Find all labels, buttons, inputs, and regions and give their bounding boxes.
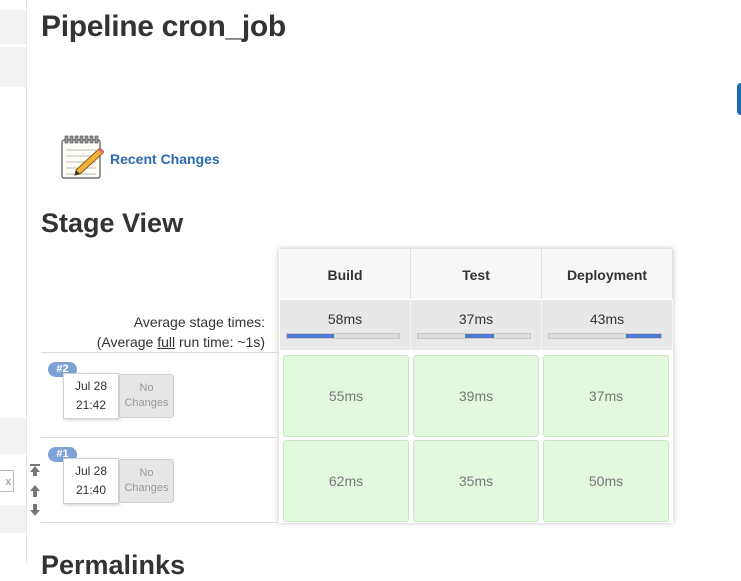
stage-avg-build: 58ms (280, 300, 411, 350)
full-run-link[interactable]: full (157, 334, 175, 350)
sidebar-item[interactable] (0, 47, 26, 87)
scroll-up-icon[interactable] (29, 484, 41, 498)
stage-avg-value: 58ms (327, 311, 363, 327)
stage-avg-bar-fill (626, 334, 661, 338)
run-date: Jul 28 21:40 (63, 458, 119, 504)
stage-result-cell[interactable]: 55ms (283, 355, 409, 437)
stage-header-build: Build (280, 249, 411, 299)
stage-header-test: Test (411, 249, 542, 299)
run-date-day: Jul 28 (74, 464, 108, 478)
stage-avg-bar (417, 333, 531, 339)
notepad-icon (60, 134, 105, 180)
stage-view-title: Stage View (41, 208, 184, 238)
run-date: Jul 28 21:42 (63, 373, 119, 419)
stage-avg-bar-fill (465, 334, 495, 338)
scroll-down-icon[interactable] (29, 503, 41, 517)
avg-label-prefix: (Average (96, 334, 158, 350)
stage-avg-bar (548, 333, 662, 339)
sidebar-item[interactable] (0, 10, 26, 44)
stage-avg-test: 37ms (411, 300, 542, 350)
stage-result-cell[interactable]: 62ms (283, 440, 409, 522)
build-filter-clear-icon[interactable]: x (0, 470, 14, 492)
sidebar-item[interactable] (0, 418, 26, 454)
stage-avg-bar (286, 333, 400, 339)
stage-avg-bar-fill (287, 334, 335, 338)
run-row: #2 Jul 28 21:42 No Changes (41, 352, 279, 437)
run-date-time: 21:42 (75, 398, 107, 412)
stage-result-cell[interactable]: 50ms (543, 440, 669, 522)
sidebar-item[interactable] (0, 505, 26, 533)
avg-label-suffix: run time: ~1s) (175, 334, 265, 350)
stage-avg-deployment: 43ms (542, 300, 673, 350)
recent-changes-link[interactable]: Recent Changes (110, 151, 220, 167)
scroll-top-icon[interactable] (29, 463, 41, 477)
stage-result-cell[interactable]: 37ms (543, 355, 669, 437)
permalinks-title: Permalinks (41, 550, 186, 580)
page-title: Pipeline cron_job (41, 10, 286, 43)
run-changes[interactable]: No Changes (119, 374, 174, 418)
run-row: #1 Jul 28 21:40 No Changes (41, 437, 279, 523)
stage-result-cell[interactable]: 35ms (413, 440, 539, 522)
avg-label-line1: Average stage times: (133, 314, 265, 330)
stage-view-table: Build Test Deployment 58ms 37ms 43ms 55m… (279, 249, 673, 523)
stage-avg-value: 43ms (589, 311, 625, 327)
stage-result-cell[interactable]: 39ms (413, 355, 539, 437)
average-stage-times-label: Average stage times: (Average full run t… (97, 312, 265, 352)
run-date-time: 21:40 (75, 483, 107, 497)
right-edge-tab[interactable] (737, 83, 741, 115)
avg-label-line2: (Average full run time: ~1s) (97, 332, 265, 352)
run-changes[interactable]: No Changes (119, 459, 174, 503)
run-date-day: Jul 28 (74, 379, 108, 393)
stage-header-deployment: Deployment (542, 249, 673, 299)
recent-changes[interactable]: Recent Changes (60, 134, 220, 180)
stage-avg-value: 37ms (458, 311, 494, 327)
